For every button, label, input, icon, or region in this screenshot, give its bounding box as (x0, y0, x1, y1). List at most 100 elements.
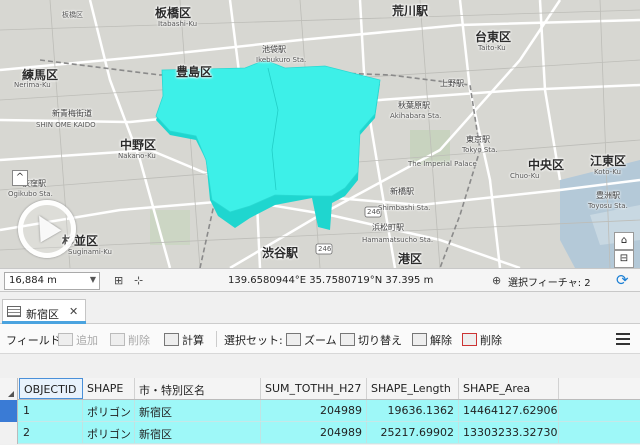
map-label: 新青梅街道 (52, 109, 92, 118)
select-all-cell[interactable] (0, 378, 18, 400)
clear-icon (412, 333, 427, 346)
cell-name[interactable]: 新宿区 (135, 422, 261, 443)
map-label: 東京駅 (466, 135, 490, 144)
selection-set-label: 選択セット: (224, 334, 283, 347)
map-label: 豊島区 (176, 65, 213, 79)
map-label: 上野駅 (440, 79, 464, 88)
calculate-button[interactable]: 計算 (164, 332, 204, 348)
chevron-down-icon: ▼ (89, 275, 96, 284)
column-header-name[interactable]: 市・特別区名 (135, 378, 261, 399)
map-label: SHIN OME KAIDO (36, 121, 96, 129)
zoom-icon (286, 333, 301, 346)
delete-field-icon (110, 333, 125, 346)
clear-label: 解除 (430, 334, 452, 347)
refresh-icon[interactable]: ⟳ (616, 272, 629, 288)
map-label: Taito-Ku (478, 44, 506, 52)
map-label: Koto-Ku (594, 168, 621, 176)
route-246-shield: 246 (367, 208, 381, 216)
add-field-icon (58, 333, 73, 346)
table-toolbar: フィールド: 追加 削除 計算 選択セット: ズーム 切り替え 解除 削除 (0, 324, 640, 354)
map-label: Nakano-Ku (118, 152, 156, 160)
calculate-label: 計算 (182, 334, 204, 347)
cell-name[interactable]: 新宿区 (135, 400, 261, 421)
switch-selection-button[interactable]: 切り替え (340, 332, 402, 348)
map-label: 板橋区 (62, 11, 83, 19)
add-field-button[interactable]: 追加 (58, 332, 98, 348)
map-label: Chuo-Ku (510, 172, 540, 180)
cell-shape-area[interactable]: 13303233.327309 (459, 422, 559, 443)
map-label: Toyosu Sta. (588, 202, 628, 210)
cell-shape[interactable]: ポリゴン (83, 422, 135, 443)
row-selector[interactable] (0, 400, 18, 422)
zoom-to-selection-button[interactable]: ズーム (286, 332, 337, 348)
scale-value: 16,884 m (9, 275, 57, 286)
map-label: Hamamatsucho Sta. (362, 236, 434, 244)
divider (216, 331, 217, 347)
switch-label: 切り替え (358, 334, 402, 347)
grid-icon[interactable]: ⊞ (114, 274, 128, 288)
map-label: The Imperial Palace (408, 160, 477, 168)
map-label: Shimbashi Sta. (378, 204, 431, 212)
map-label: 中野区 (120, 138, 157, 152)
basemap (0, 0, 640, 268)
fields-label: フィールド: (6, 334, 65, 347)
map-label: 江東区 (590, 154, 627, 168)
table-row[interactable]: 2 ポリゴン 新宿区 204989 25217.69902 13303233.3… (0, 422, 640, 444)
column-header-shape-area[interactable]: SHAPE_Area (459, 378, 559, 399)
cell-shape-area[interactable]: 14464127.629069 (459, 400, 559, 421)
home-button[interactable]: ⌂ (614, 232, 634, 250)
table-icon (7, 306, 21, 317)
snapping-icon[interactable]: ⊹ (134, 274, 148, 288)
table-row[interactable]: 1 ポリゴン 新宿区 204989 19636.1362 14464127.62… (0, 400, 640, 422)
map-label: 中央区 (528, 158, 565, 172)
map-label: 浜松町駅 (372, 223, 404, 232)
delete-icon (462, 333, 477, 346)
delete-field-button[interactable]: 削除 (110, 332, 150, 348)
selected-features-count[interactable]: 選択フィーチャ: 2 (508, 274, 591, 289)
scale-selector[interactable]: 16,884 m ▼ (4, 272, 100, 290)
cell-sum-tothh[interactable]: 204989 (261, 422, 367, 443)
map-label: Itabashi-Ku (158, 20, 198, 28)
map-label: 板橋区 (155, 6, 192, 20)
column-header-sum-tothh[interactable]: SUM_TOTHH_H27 (261, 378, 367, 399)
row-selector[interactable] (0, 422, 18, 444)
column-header-shape-length[interactable]: SHAPE_Length (367, 378, 459, 399)
cell-objectid[interactable]: 2 (19, 422, 83, 443)
map-label: 港区 (398, 252, 423, 266)
add-field-label: 追加 (76, 334, 98, 347)
cell-objectid[interactable]: 1 (19, 400, 83, 421)
collapse-navigator-button[interactable]: ^ (12, 170, 28, 186)
cell-shape-length[interactable]: 25217.69902 (367, 422, 459, 443)
map-label: 豊洲駅 (596, 191, 620, 200)
route-246-shield: 246 (318, 245, 332, 253)
zoom-to-selection-icon[interactable]: ⊕ (492, 274, 506, 288)
close-icon[interactable]: ✕ (69, 305, 78, 318)
map-label: Ikebukuro Sta. (256, 56, 307, 64)
map-label: 荒川駅 (392, 4, 429, 18)
delete-selection-button[interactable]: 削除 (462, 332, 502, 348)
cell-shape-length[interactable]: 19636.1362 (367, 400, 459, 421)
coordinate-readout: 139.6580944°E 35.7580719°N 37.395 m (228, 275, 434, 286)
full-extent-button[interactable]: ⊟ (614, 250, 634, 268)
map-label: Ogikubo Sta. (8, 190, 53, 198)
map-label: Suginami-Ku (68, 248, 112, 256)
hamburger-menu-icon[interactable] (616, 333, 630, 345)
clear-selection-button[interactable]: 解除 (412, 332, 452, 348)
column-header-objectid[interactable]: OBJECTID (19, 378, 83, 399)
map-label: Akihabara Sta. (390, 112, 442, 120)
map-label: Tokyo Sta. (462, 146, 498, 154)
map-label: 新橋駅 (390, 187, 414, 196)
map-view[interactable]: 板橋区 板橋区 Itabashi-Ku 荒川駅 台東区 Taito-Ku 練馬区… (0, 0, 640, 268)
table-header-row: OBJECTID SHAPE 市・特別区名 SUM_TOTHH_H27 SHAP… (0, 378, 640, 400)
cell-sum-tothh[interactable]: 204989 (261, 400, 367, 421)
map-status-bar: 16,884 m ▼ ⊞ ⊹ 139.6580944°E 35.7580719°… (0, 268, 640, 292)
map-label: 池袋駅 (262, 45, 286, 54)
map-label: 渋谷駅 (262, 246, 299, 260)
delete-selection-label: 削除 (480, 334, 502, 347)
cell-shape[interactable]: ポリゴン (83, 400, 135, 421)
map-label: Nerima-Ku (14, 81, 51, 89)
table-tabstrip: 新宿区 ✕ (0, 293, 640, 324)
delete-field-label: 削除 (128, 334, 150, 347)
zoom-label: ズーム (304, 334, 337, 347)
column-header-shape[interactable]: SHAPE (83, 378, 135, 399)
